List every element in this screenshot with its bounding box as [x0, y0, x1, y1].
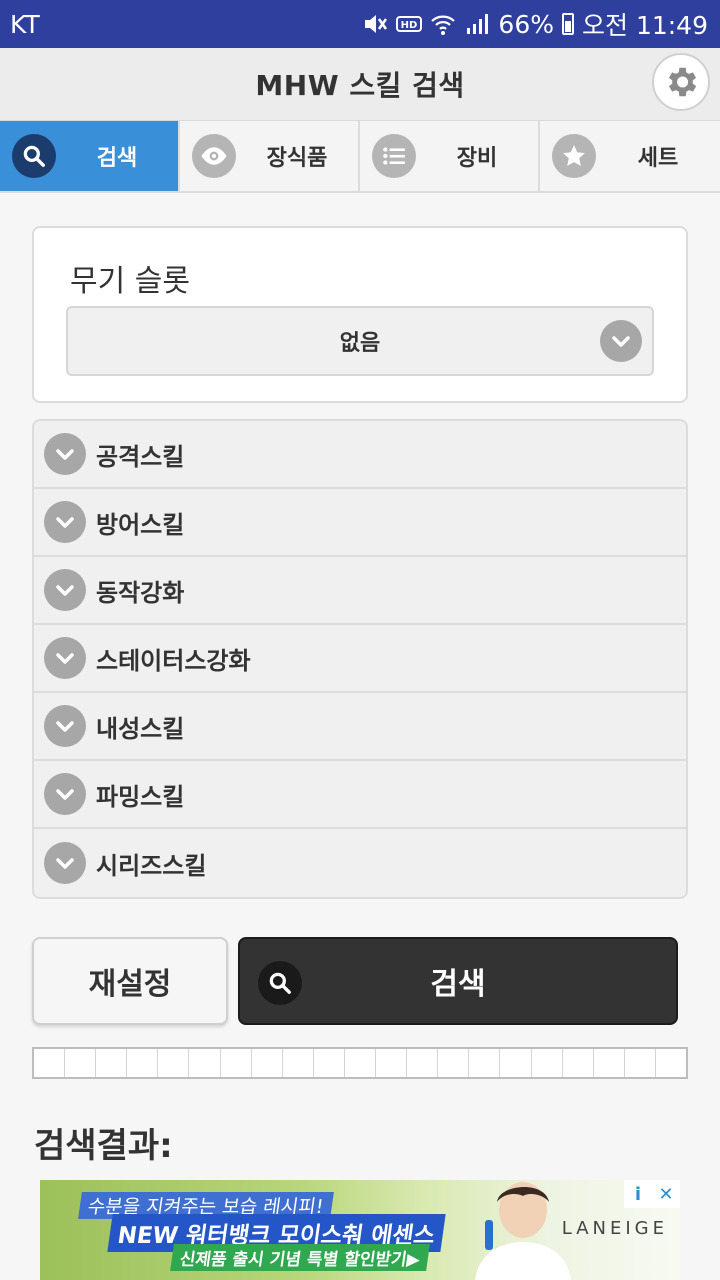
status-icons: HD 66% 오전 11:49: [362, 6, 708, 42]
skill-category-label: 스테이터스강화: [96, 646, 251, 675]
weapon-slot-value: 없음: [339, 331, 381, 356]
weapon-slot-title: 무기 슬롯: [70, 264, 190, 299]
svg-text:HD: HD: [401, 20, 418, 31]
skill-category-label: 내성스킬: [96, 714, 185, 743]
star-icon: [552, 134, 596, 178]
chevron-down-icon: [44, 501, 86, 543]
search-icon: [258, 961, 302, 1005]
weapon-slot-select[interactable]: 없음: [66, 306, 654, 376]
skill-category-label: 동작강화: [96, 578, 185, 607]
status-bar: KT HD 66% 오전 11:49: [0, 0, 720, 48]
settings-button[interactable]: [652, 53, 710, 111]
tab-sets[interactable]: 세트: [540, 121, 720, 191]
gear-icon: [668, 67, 697, 97]
ad-banner[interactable]: 수분을 지켜주는 보습 레시피! NEW 워터뱅크 모이스춰 에센스 신제품 출…: [40, 1180, 680, 1280]
eye-icon: [192, 134, 236, 178]
ad-text-line3: 신제품 출시 기념 특별 할인받기▶: [170, 1244, 430, 1271]
hd-icon: HD: [396, 16, 423, 32]
battery-percent: 66%: [498, 9, 554, 39]
search-button[interactable]: 검색: [238, 937, 678, 1025]
chevron-down-icon: [44, 705, 86, 747]
chevron-down-icon: [44, 773, 86, 815]
tab-bar: 검색 장식품 장비 세트: [0, 121, 720, 193]
chevron-down-icon: [44, 433, 86, 475]
mute-icon: [365, 15, 388, 33]
tab-label: 검색: [96, 146, 138, 171]
chevron-down-icon: [600, 320, 642, 362]
chevron-down-icon: [44, 637, 86, 679]
skill-category-label: 공격스킬: [96, 442, 185, 471]
skill-category-farming[interactable]: 파밍스킬: [34, 761, 686, 829]
reset-button[interactable]: 재설정: [32, 937, 228, 1025]
skill-category-resistance[interactable]: 내성스킬: [34, 693, 686, 761]
tab-label: 장비: [456, 146, 498, 171]
reset-button-label: 재설정: [88, 967, 172, 1002]
tab-decorations[interactable]: 장식품: [180, 121, 360, 191]
list-icon: [372, 134, 416, 178]
app-header: MHW 스킬 검색: [0, 48, 720, 121]
carrier-label: KT: [10, 9, 40, 39]
skill-category-movement[interactable]: 동작강화: [34, 557, 686, 625]
search-icon: [12, 134, 56, 178]
chevron-down-icon: [44, 842, 86, 884]
signal-icon: [467, 14, 489, 34]
tab-equipment[interactable]: 장비: [360, 121, 540, 191]
ad-brand-logo: LANEIGE: [561, 1218, 668, 1239]
chevron-down-icon: [44, 569, 86, 611]
battery-icon: [562, 13, 574, 35]
weapon-slot-card: 무기 슬롯 없음: [32, 226, 688, 403]
skill-category-label: 파밍스킬: [96, 782, 185, 811]
clock: 오전 11:49: [582, 11, 708, 40]
skill-category-series[interactable]: 시리즈스킬: [34, 829, 686, 897]
search-button-label: 검색: [430, 967, 486, 1002]
results-title: 검색결과:: [34, 1126, 173, 1166]
tab-label: 세트: [637, 146, 679, 171]
skill-category-status[interactable]: 스테이터스강화: [34, 625, 686, 693]
page-title: MHW 스킬 검색: [255, 69, 465, 102]
tab-search[interactable]: 검색: [0, 121, 180, 191]
ad-info-icon[interactable]: i: [624, 1180, 652, 1208]
ad-controls: i ✕: [624, 1180, 680, 1208]
tab-label: 장식품: [266, 146, 328, 171]
result-slot-grid: [32, 1047, 688, 1079]
skill-category-list: 공격스킬 방어스킬 동작강화 스테이터스강화 내성스킬 파밍스킬 시리즈스킬: [32, 419, 688, 899]
skill-category-attack[interactable]: 공격스킬: [34, 421, 686, 489]
skill-category-defense[interactable]: 방어스킬: [34, 489, 686, 557]
skill-category-label: 시리즈스킬: [96, 851, 207, 880]
skill-category-label: 방어스킬: [96, 510, 185, 539]
ad-close-icon[interactable]: ✕: [652, 1180, 680, 1208]
wifi-icon: [431, 15, 456, 35]
